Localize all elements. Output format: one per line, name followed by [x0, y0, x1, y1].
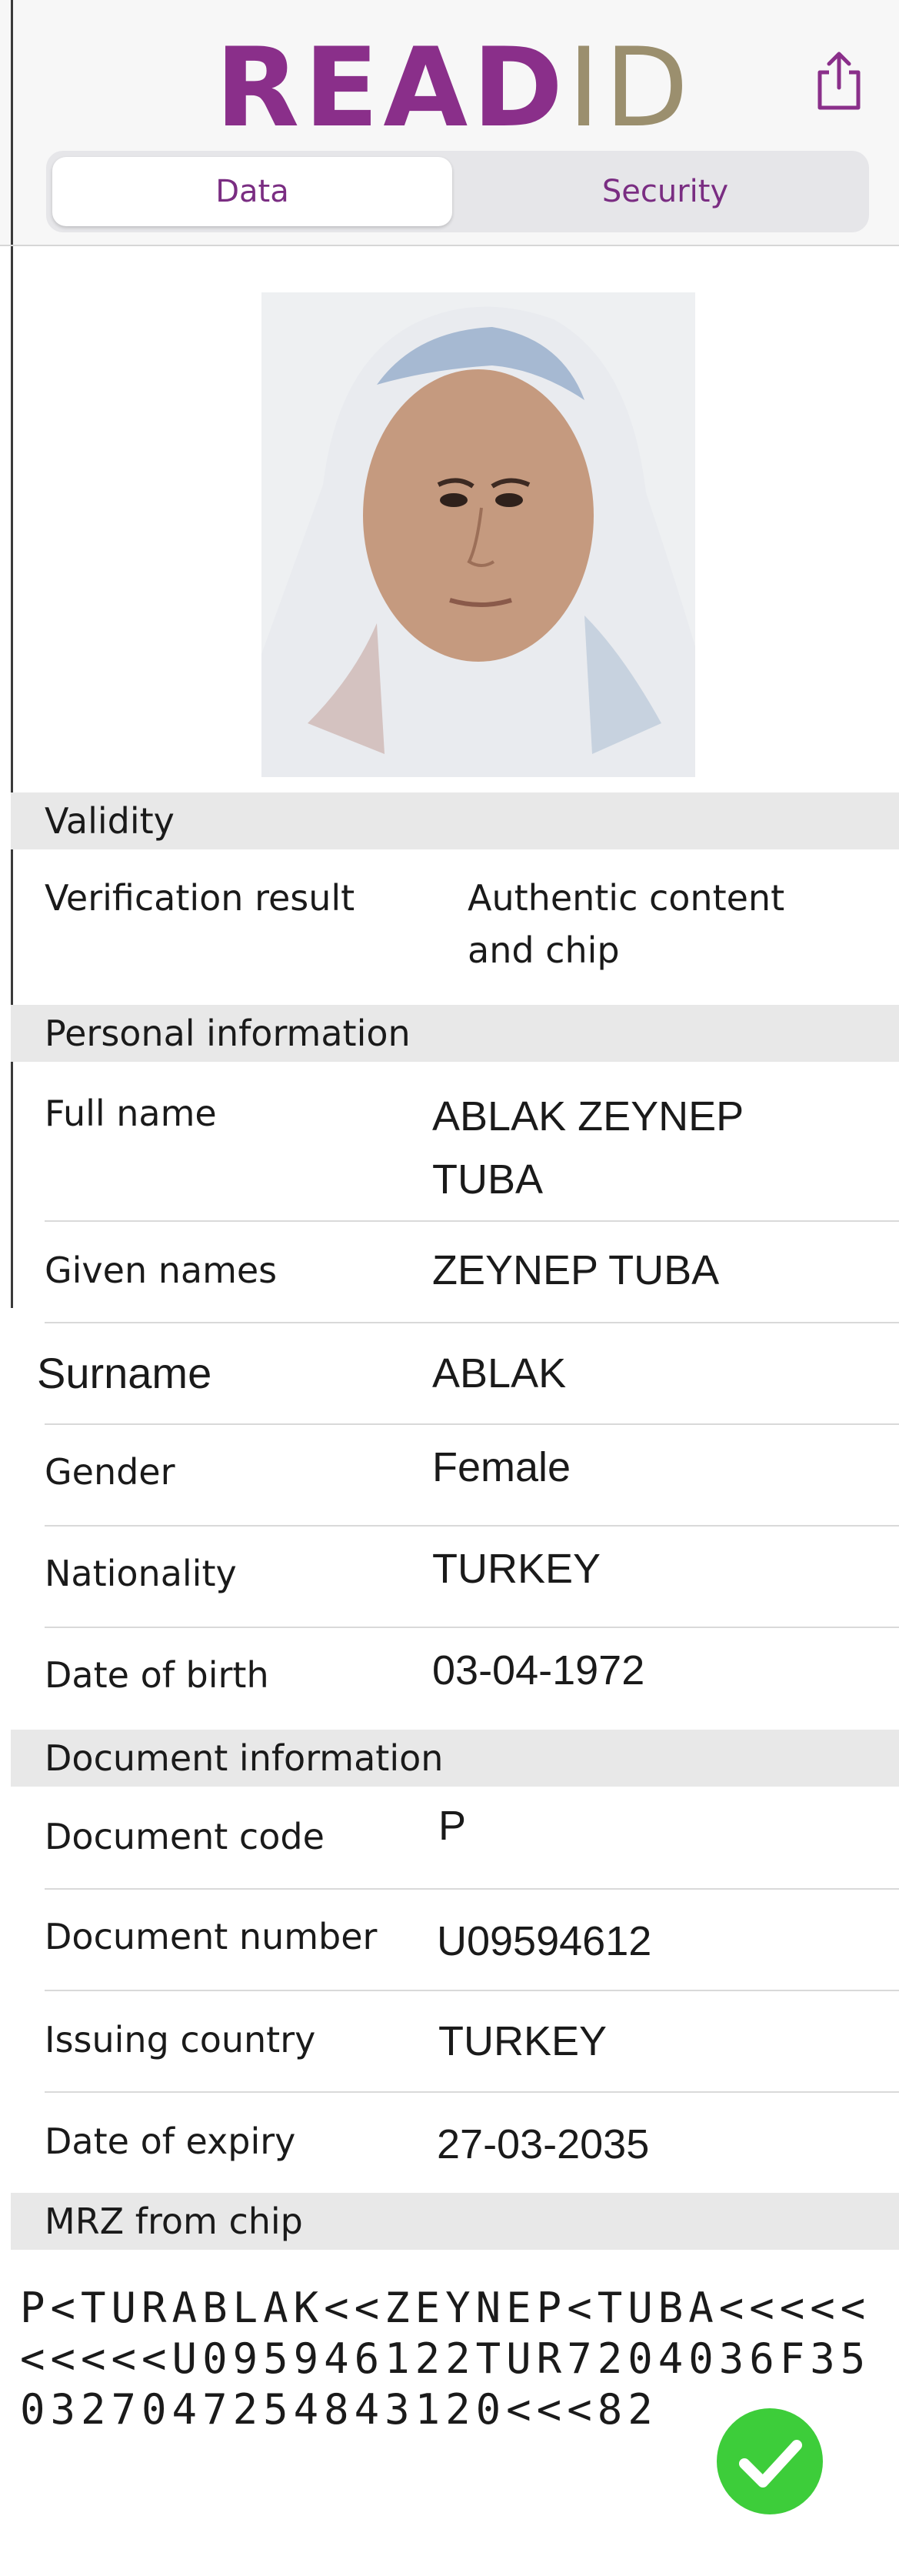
left-border-line: [11, 0, 13, 1308]
tab-data[interactable]: Data: [52, 157, 452, 226]
document-code-label: Document code: [45, 1816, 325, 1857]
full-name-value-2: TUBA: [432, 1156, 544, 1203]
row-divider: [45, 1322, 899, 1323]
mrz-line-3: 0327047254843120<<<82: [20, 2385, 658, 2434]
checkmark-circle-icon: [715, 2407, 824, 2516]
row-divider: [45, 1990, 899, 1991]
issuing-country-label: Issuing country: [45, 2019, 316, 2060]
share-icon: [817, 52, 861, 110]
document-number-label: Document number: [45, 1916, 378, 1957]
row-divider: [45, 1423, 899, 1425]
surname-label: Surname: [37, 1349, 212, 1397]
document-number-value: U09594612: [437, 1918, 652, 1964]
section-mrz-from-chip: MRZ from chip: [11, 2193, 899, 2250]
date-of-expiry-value: 27-03-2035: [437, 2121, 650, 2167]
row-divider: [45, 2091, 899, 2093]
nationality-value: TURKEY: [432, 1546, 601, 1592]
verification-result-label: Verification result: [45, 877, 355, 919]
section-validity: Validity: [11, 792, 899, 849]
gender-value: Female: [432, 1444, 571, 1490]
mrz-line-2: <<<<<U095946122TUR7204036F35: [20, 2334, 871, 2383]
gender-label: Gender: [45, 1451, 175, 1493]
verification-result-value-2: and chip: [468, 929, 620, 971]
row-divider: [45, 1627, 899, 1628]
verification-result-value-1: Authentic content: [468, 877, 785, 919]
section-personal-information: Personal information: [11, 1005, 899, 1062]
tab-segmented-control: Data Security: [46, 151, 869, 232]
date-of-birth-label: Date of birth: [45, 1654, 269, 1696]
readid-logo: READID: [215, 25, 694, 152]
nationality-label: Nationality: [45, 1553, 237, 1594]
given-names-label: Given names: [45, 1250, 278, 1291]
tab-security[interactable]: Security: [465, 157, 865, 226]
date-of-birth-value: 03-04-1972: [432, 1647, 645, 1693]
share-button[interactable]: [815, 49, 863, 112]
row-divider: [45, 1525, 899, 1527]
given-names-value: ZEYNEP TUBA: [432, 1247, 720, 1293]
date-of-expiry-label: Date of expiry: [45, 2121, 296, 2162]
full-name-label: Full name: [45, 1093, 217, 1134]
document-code-value: P: [438, 1803, 467, 1849]
row-divider: [45, 1220, 899, 1222]
portrait-photo: [261, 292, 695, 777]
header-divider: [0, 245, 899, 246]
row-divider: [45, 1888, 899, 1890]
full-name-value-1: ABLAK ZEYNEP: [432, 1093, 744, 1140]
section-document-information: Document information: [11, 1730, 899, 1787]
mrz-line-1: P<TURABLAK<<ZEYNEP<TUBA<<<<<: [20, 2284, 871, 2332]
surname-value: ABLAK: [432, 1350, 567, 1396]
issuing-country-value: TURKEY: [438, 2018, 608, 2064]
